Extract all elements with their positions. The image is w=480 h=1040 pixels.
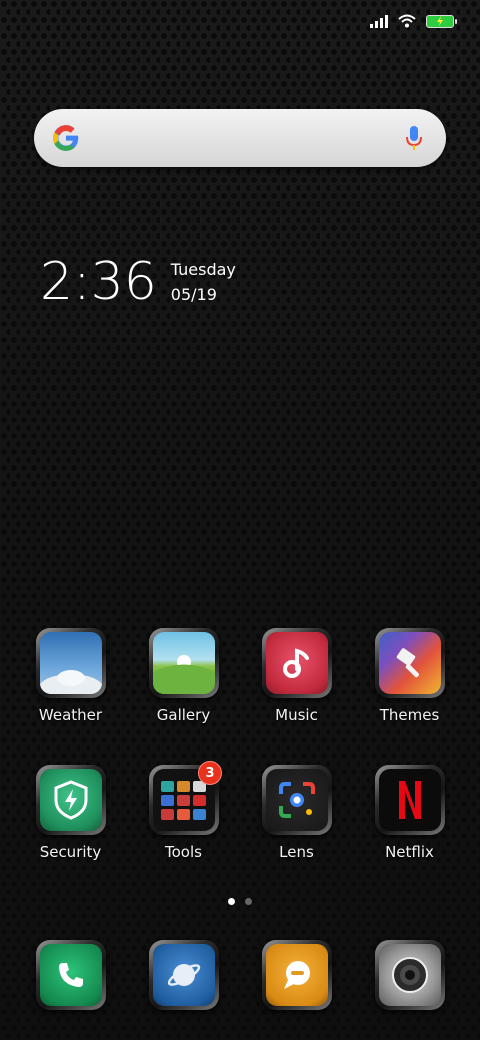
clock-date-block: Tuesday 05/19	[171, 260, 236, 304]
app-label: Gallery	[156, 706, 211, 724]
app-label: Security	[39, 843, 102, 861]
app-label: Music	[275, 706, 318, 724]
gallery-icon	[152, 632, 215, 694]
dock-phone[interactable]	[14, 940, 127, 1010]
app-label: Weather	[38, 706, 103, 724]
dock-messages[interactable]	[240, 940, 353, 1010]
app-lens[interactable]: Lens	[240, 765, 353, 902]
notification-badge: 3	[198, 761, 222, 785]
clock-date: 05/19	[170, 285, 217, 304]
browser-icon	[152, 944, 215, 1006]
music-note-icon	[265, 632, 328, 694]
microphone-icon[interactable]	[404, 124, 424, 152]
clock-time: 2:36	[40, 252, 157, 312]
signal-icon	[370, 14, 388, 28]
app-security[interactable]: Security	[14, 765, 127, 902]
app-label: Tools	[165, 843, 202, 861]
app-themes[interactable]: Themes	[353, 628, 466, 765]
app-gallery[interactable]: Gallery	[127, 628, 240, 765]
weather-icon	[39, 632, 102, 694]
lens-icon	[265, 769, 328, 831]
battery-charging-icon	[426, 14, 457, 28]
app-label: Lens	[279, 843, 314, 861]
app-weather[interactable]: Weather	[14, 628, 127, 765]
clock-widget[interactable]: 2:36 Tuesday 05/19	[40, 250, 236, 314]
dock-browser[interactable]	[127, 940, 240, 1010]
page-indicator	[0, 898, 480, 905]
folder-preview-grid	[161, 780, 206, 820]
dock-camera[interactable]	[353, 940, 466, 1010]
app-music[interactable]: Music	[240, 628, 353, 765]
status-bar	[370, 10, 457, 32]
messages-icon	[265, 944, 328, 1006]
app-row: Weather Gallery Music Themes	[14, 628, 466, 765]
page-dot	[245, 898, 252, 905]
app-grid: Weather Gallery Music Themes Security 3 …	[14, 628, 466, 902]
clock-day: Tuesday	[170, 260, 236, 279]
google-search-bar[interactable]	[34, 109, 446, 167]
phone-icon	[39, 944, 102, 1006]
wifi-icon	[398, 14, 416, 28]
app-label: Netflix	[385, 843, 434, 861]
app-netflix[interactable]: Netflix	[353, 765, 466, 902]
shield-bolt-icon	[39, 769, 102, 831]
page-dot-active	[228, 898, 235, 905]
paintbrush-icon	[378, 632, 441, 694]
google-g-icon	[53, 125, 79, 151]
camera-icon	[378, 944, 441, 1006]
app-tools-folder[interactable]: 3 Tools	[127, 761, 240, 902]
netflix-icon	[378, 769, 441, 831]
app-row: Security 3 Tools Lens Netflix	[14, 761, 466, 902]
app-label: Themes	[379, 706, 440, 724]
dock	[14, 940, 466, 1010]
